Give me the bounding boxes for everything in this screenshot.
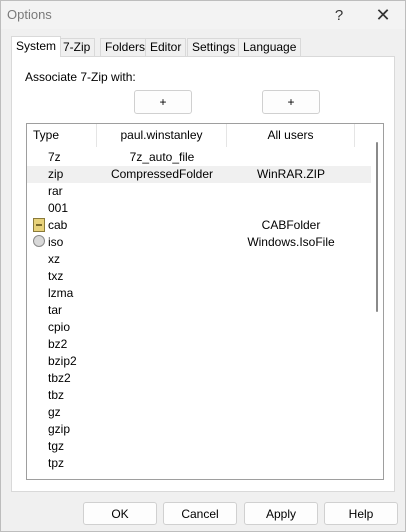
row-type: tbz2	[48, 371, 71, 385]
help-button[interactable]: Help	[324, 502, 398, 525]
association-rows: 7z 7z_auto_filezip CompressedFolder WinRAR.…	[27, 149, 371, 472]
row-type: cpio	[48, 320, 71, 334]
list-item[interactable]: gzip	[27, 421, 371, 438]
list-item[interactable]: 001	[27, 200, 371, 217]
list-item[interactable]: cab CABFolder	[27, 217, 371, 234]
row-type: lzma	[48, 286, 74, 300]
row-type: 001	[48, 201, 69, 215]
list-item[interactable]: tpz	[27, 455, 371, 472]
list-item[interactable]: tbz2	[27, 370, 371, 387]
list-item[interactable]: bzip2	[27, 353, 371, 370]
list-item[interactable]: tbz	[27, 387, 371, 404]
row-type: bz2	[48, 337, 68, 351]
row-all-users-association: WinRAR.ZIP	[256, 167, 325, 181]
list-item[interactable]: gz	[27, 404, 371, 421]
list-header: Type paul.winstanley All users	[27, 124, 371, 147]
row-type: gz	[48, 405, 61, 419]
vertical-scrollbar[interactable]	[371, 124, 383, 479]
list-item[interactable]: xz	[27, 251, 371, 268]
row-user-association: CompressedFolder	[110, 167, 214, 181]
row-type: cab	[48, 218, 68, 232]
row-type: tgz	[48, 439, 65, 453]
tab-system[interactable]: System	[11, 36, 62, 57]
row-type: gzip	[48, 422, 71, 436]
apply-button[interactable]: Apply	[244, 502, 318, 525]
tab-7zip[interactable]: 7-Zip	[58, 38, 96, 56]
column-header-type[interactable]: Type	[27, 124, 97, 147]
column-header-all-users[interactable]: All users	[227, 124, 355, 147]
row-all-users-association: CABFolder	[261, 218, 321, 232]
list-item[interactable]: rar	[27, 183, 371, 200]
row-type: rar	[48, 184, 63, 198]
help-icon[interactable]: ?	[319, 3, 359, 27]
ok-button[interactable]: OK	[83, 502, 157, 525]
row-all-users-association: Windows.IsoFile	[247, 235, 335, 249]
list-item[interactable]: cpio	[27, 319, 371, 336]
list-item[interactable]: tar	[27, 302, 371, 319]
row-user-association: 7z_auto_file	[129, 150, 195, 164]
associate-all-users-button[interactable]: +	[262, 90, 320, 114]
cancel-button[interactable]: Cancel	[163, 502, 237, 525]
scrollbar-thumb[interactable]	[376, 142, 378, 312]
row-type: xz	[48, 252, 60, 266]
list-item[interactable]: txz	[27, 268, 371, 285]
associate-current-user-button[interactable]: +	[134, 90, 192, 114]
row-type: zip	[48, 167, 64, 181]
system-panel: Associate 7-Zip with: + + Type paul.wins…	[11, 56, 395, 492]
list-item[interactable]: zip CompressedFolder WinRAR.ZIP	[27, 166, 371, 183]
row-type: bzip2	[48, 354, 77, 368]
close-icon[interactable]: ✕	[363, 3, 403, 27]
row-type: tar	[48, 303, 63, 317]
list-item[interactable]: 7z 7z_auto_file	[27, 149, 371, 166]
row-type: iso	[48, 235, 64, 249]
options-dialog: Options ? ✕ System 7-Zip Folders Editor …	[0, 0, 406, 532]
window-title: Options	[7, 7, 52, 22]
association-list[interactable]: Type paul.winstanley All users 7z 7z_auto…	[26, 123, 384, 480]
list-item[interactable]: lzma	[27, 285, 371, 302]
list-item[interactable]: tgz	[27, 438, 371, 455]
tab-editor[interactable]: Editor	[145, 38, 187, 56]
tab-settings[interactable]: Settings	[187, 38, 241, 56]
associate-label: Associate 7-Zip with:	[25, 70, 136, 84]
title-bar[interactable]: Options ? ✕	[1, 1, 405, 29]
row-type: txz	[48, 269, 64, 283]
tab-folders[interactable]: Folders	[100, 38, 151, 56]
tab-language[interactable]: Language	[238, 38, 302, 56]
list-item[interactable]: bz2	[27, 336, 371, 353]
list-item[interactable]: iso Windows.IsoFile	[27, 234, 371, 251]
cabinet-icon	[33, 218, 45, 232]
disc-icon	[33, 235, 45, 247]
row-type: tbz	[48, 388, 65, 402]
row-type: tpz	[48, 456, 65, 470]
column-header-user[interactable]: paul.winstanley	[97, 124, 227, 147]
row-type: 7z	[48, 150, 61, 164]
